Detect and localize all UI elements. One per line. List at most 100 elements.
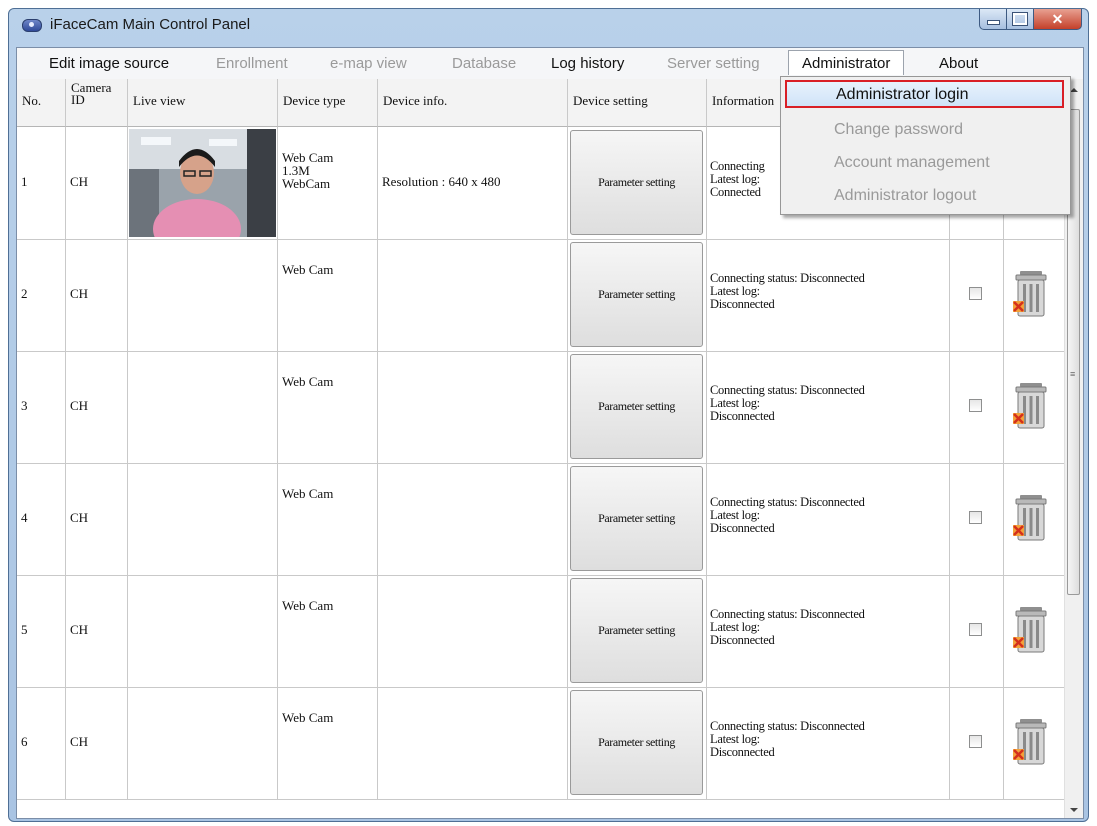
parameter-setting-button[interactable]: Parameter setting <box>570 242 703 347</box>
parameter-setting-button[interactable]: Parameter setting <box>570 130 703 235</box>
cell-device-type: Web Cam <box>278 239 378 351</box>
camera-id: CH <box>70 510 89 525</box>
device-info: Resolution : 640 x 480 <box>382 174 501 189</box>
connection-info-line: Disconnected <box>710 521 775 535</box>
cell-device-type: Web Cam <box>278 575 378 687</box>
connection-info: Connecting Latest log: Connected <box>710 160 765 199</box>
device-type-line: WebCam <box>282 176 331 191</box>
table-row: 4 CH Web Cam Parameter setting Connecting st… <box>17 463 1065 576</box>
table-row: 3 CH Web Cam Parameter setting Connecting st… <box>17 351 1065 464</box>
row-number: 1 <box>21 174 28 189</box>
cell-device-setting: Parameter setting <box>568 463 707 575</box>
camera-id: CH <box>70 286 89 301</box>
cell-device-setting: Parameter setting <box>568 351 707 463</box>
menu-item-change-password[interactable]: Change password <box>834 121 963 139</box>
parameter-setting-button[interactable]: Parameter setting <box>570 354 703 459</box>
menu-item-administrator-logout[interactable]: Administrator logout <box>834 187 976 205</box>
device-type-line: Web Cam <box>282 262 334 277</box>
webcam-icon <box>22 19 42 32</box>
cell-device-info <box>378 351 568 463</box>
device-type-line: Web Cam <box>282 598 334 613</box>
cell-select <box>950 239 1004 351</box>
device-type: Web Cam <box>282 487 333 500</box>
minimize-icon <box>986 19 1000 25</box>
connection-info: Connecting status: Disconnected Latest lo… <box>710 272 865 311</box>
checkbox-icon[interactable] <box>969 735 982 748</box>
row-number: 5 <box>21 622 28 637</box>
title-bar[interactable]: iFaceCam Main Control Panel ✕ <box>9 9 1088 41</box>
live-view-frame[interactable] <box>129 129 276 259</box>
maximize-icon <box>1012 12 1028 26</box>
menu-log-history[interactable]: Log history <box>551 55 624 72</box>
device-type-line: Web Cam <box>282 486 334 501</box>
cell-camera-id: CH <box>66 463 128 575</box>
connection-info-line: Disconnected <box>710 409 775 423</box>
minimize-button[interactable] <box>979 9 1007 30</box>
connection-info-line: Disconnected <box>710 633 775 647</box>
row-number: 6 <box>21 734 28 749</box>
trash-delete-icon[interactable] <box>1011 605 1051 655</box>
scrollbar-grip-icon: ≡ <box>1070 369 1076 379</box>
cell-device-type: Web Cam <box>278 687 378 799</box>
checkbox-icon[interactable] <box>969 511 982 524</box>
checkbox-icon[interactable] <box>969 399 982 412</box>
close-icon: ✕ <box>1051 10 1064 27</box>
parameter-setting-button[interactable]: Parameter setting <box>570 690 703 795</box>
close-button[interactable]: ✕ <box>1034 9 1082 30</box>
cell-information: Connecting status: Disconnected Latest lo… <box>707 575 950 687</box>
trash-delete-icon[interactable] <box>1011 493 1051 543</box>
menu-edit-image-source[interactable]: Edit image source <box>49 55 169 72</box>
checkbox-icon[interactable] <box>969 287 982 300</box>
connection-info-line: Connected <box>710 185 761 199</box>
cell-delete <box>1004 575 1065 687</box>
window-controls: ✕ <box>979 9 1082 31</box>
row-number: 4 <box>21 510 28 525</box>
connection-info: Connecting status: Disconnected Latest lo… <box>710 720 865 759</box>
menu-item-administrator-login[interactable]: Administrator login <box>785 80 1064 108</box>
cell-device-type: Web Cam <box>278 351 378 463</box>
cell-live-view <box>128 239 278 351</box>
cell-device-info <box>378 687 568 799</box>
parameter-setting-button[interactable]: Parameter setting <box>570 578 703 683</box>
connection-info-line: Disconnected <box>710 297 775 311</box>
parameter-setting-button[interactable]: Parameter setting <box>570 466 703 571</box>
column-header-device-info: Device info. <box>378 79 568 127</box>
cell-no: 2 <box>17 239 66 351</box>
cell-device-setting: Parameter setting <box>568 127 707 239</box>
cell-device-info <box>378 463 568 575</box>
cell-no: 6 <box>17 687 66 799</box>
menu-e-map-view[interactable]: e-map view <box>330 55 407 72</box>
connection-info: Connecting status: Disconnected Latest lo… <box>710 384 865 423</box>
column-header-live-view: Live view <box>128 79 278 127</box>
device-type: Web Cam <box>282 599 333 612</box>
cell-live-view <box>128 127 278 259</box>
cell-device-type: Web Cam 1.3M WebCam <box>278 127 378 239</box>
cell-select <box>950 351 1004 463</box>
cell-device-setting: Parameter setting <box>568 687 707 799</box>
scroll-down-arrow-icon[interactable] <box>1070 808 1078 812</box>
trash-delete-icon[interactable] <box>1011 269 1051 319</box>
scroll-up-arrow-icon[interactable] <box>1070 88 1078 92</box>
camera-id: CH <box>70 174 89 189</box>
table-row: 2 CH Web Cam Parameter setting Connecting st… <box>17 239 1065 352</box>
maximize-button[interactable] <box>1007 9 1034 30</box>
menu-server-setting[interactable]: Server setting <box>667 55 760 72</box>
cell-live-view <box>128 351 278 463</box>
trash-delete-icon[interactable] <box>1011 381 1051 431</box>
menu-about[interactable]: About <box>939 55 978 72</box>
column-header-camera-id: Camera ID <box>66 79 128 127</box>
menu-database[interactable]: Database <box>452 55 516 72</box>
connection-info: Connecting status: Disconnected Latest lo… <box>710 608 865 647</box>
checkbox-icon[interactable] <box>969 623 982 636</box>
trash-delete-icon[interactable] <box>1011 717 1051 767</box>
cell-select <box>950 687 1004 799</box>
menu-item-account-management[interactable]: Account management <box>834 154 990 172</box>
menu-enrollment[interactable]: Enrollment <box>216 55 288 72</box>
device-type: Web Cam 1.3M WebCam <box>282 151 333 190</box>
device-type-line: Web Cam <box>282 374 334 389</box>
menu-administrator[interactable]: Administrator <box>788 50 905 75</box>
live-view-image <box>129 129 276 259</box>
cell-no: 1 <box>17 127 66 239</box>
cell-information: Connecting status: Disconnected Latest lo… <box>707 351 950 463</box>
connection-info-line: Disconnected <box>710 745 775 759</box>
